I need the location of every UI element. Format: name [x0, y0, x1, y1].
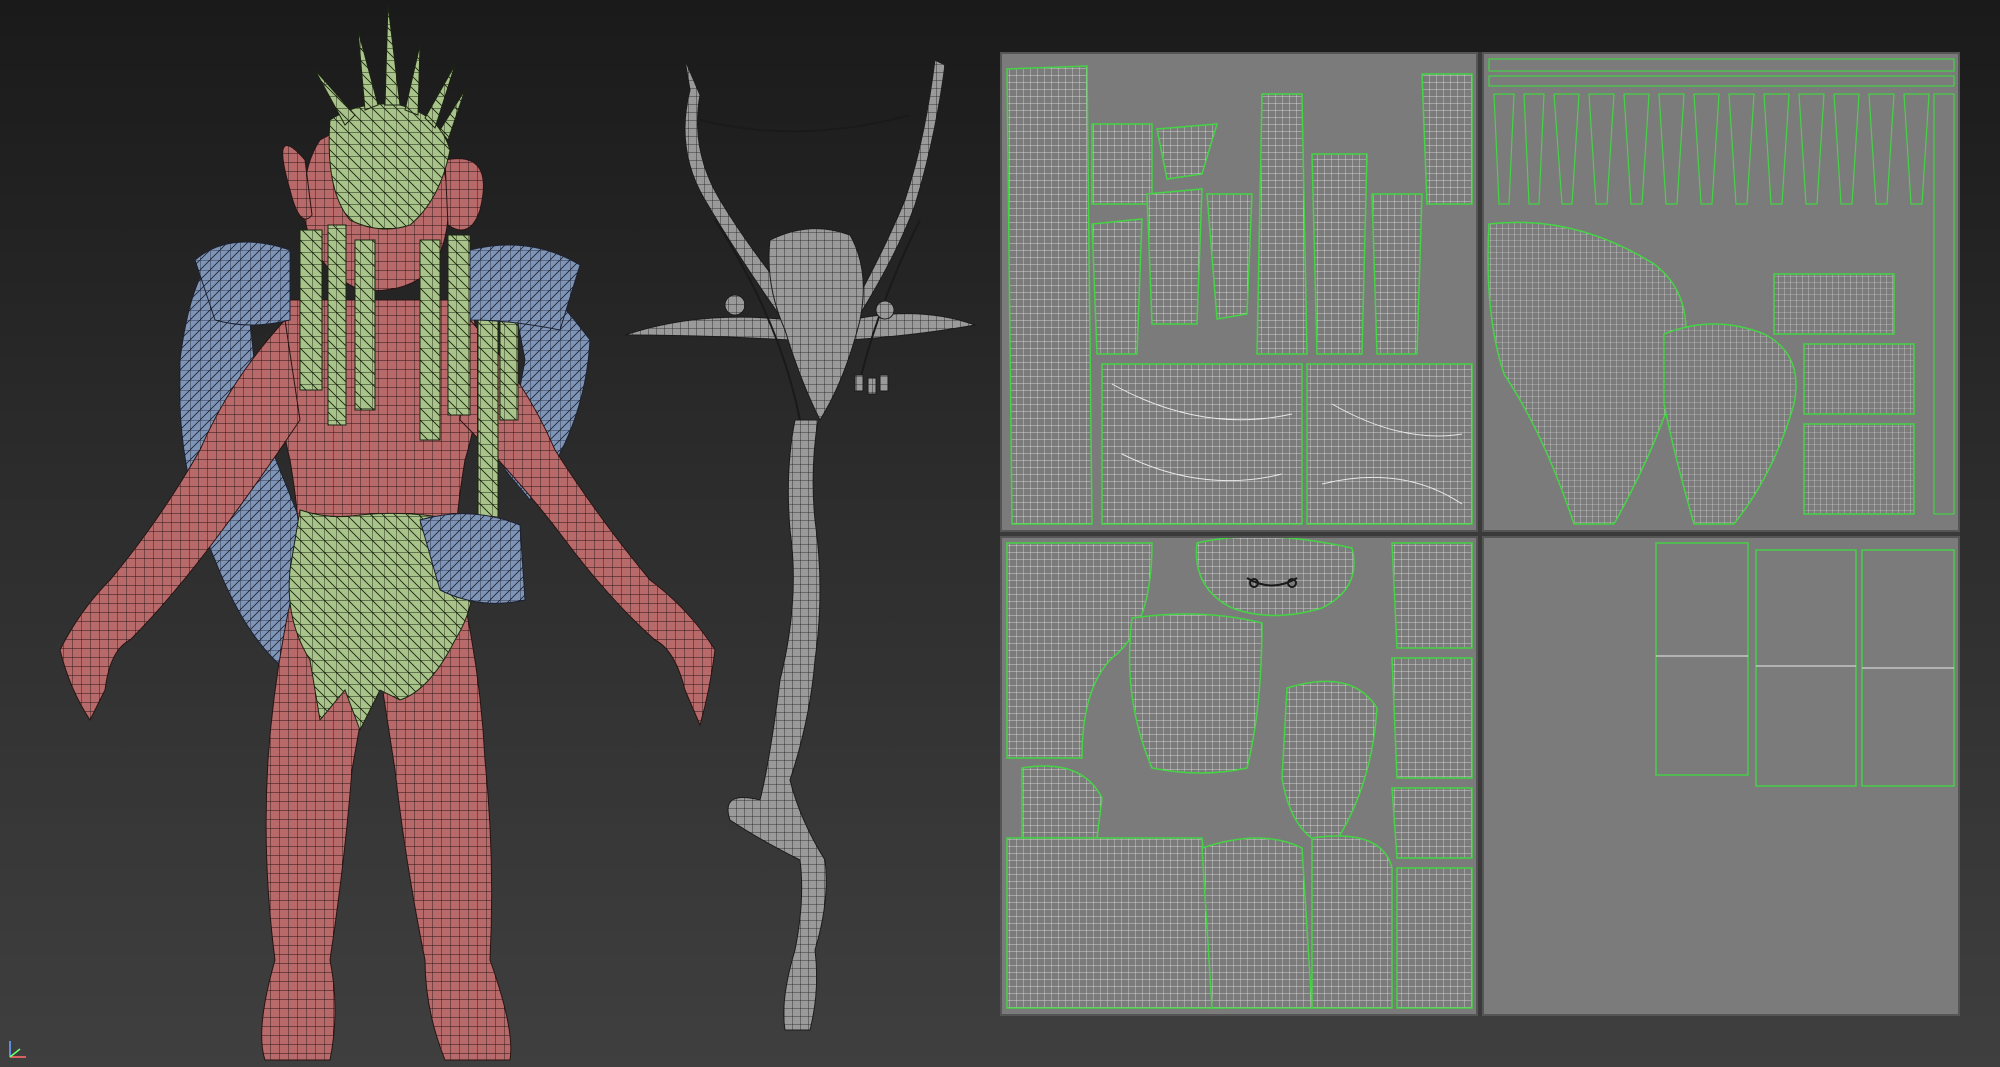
3d-viewport[interactable] [0, 0, 2000, 1067]
staff-model[interactable] [624, 59, 977, 1031]
staff-shaft [727, 419, 827, 1031]
uv-tile-body[interactable] [1000, 536, 1478, 1016]
uv-islands-partial [1655, 542, 1955, 787]
character-left-ear [282, 145, 313, 220]
staff-skull [768, 228, 864, 422]
uv-editor-panel[interactable] [1000, 52, 1960, 1016]
uv-islands-staff [1006, 65, 1473, 525]
character-model[interactable] [59, 4, 716, 1061]
character-right-ear [444, 158, 484, 231]
scene-canvas[interactable] [0, 0, 1000, 1067]
uv-tile-accessories[interactable] [1482, 52, 1960, 532]
uv-tile-staff[interactable] [1000, 52, 1478, 532]
uv-islands-body [1006, 538, 1473, 1009]
uv-islands-accessories [1487, 58, 1955, 525]
uv-tile-partial[interactable] [1482, 536, 1960, 1016]
axis-gizmo-icon [9, 1041, 26, 1058]
